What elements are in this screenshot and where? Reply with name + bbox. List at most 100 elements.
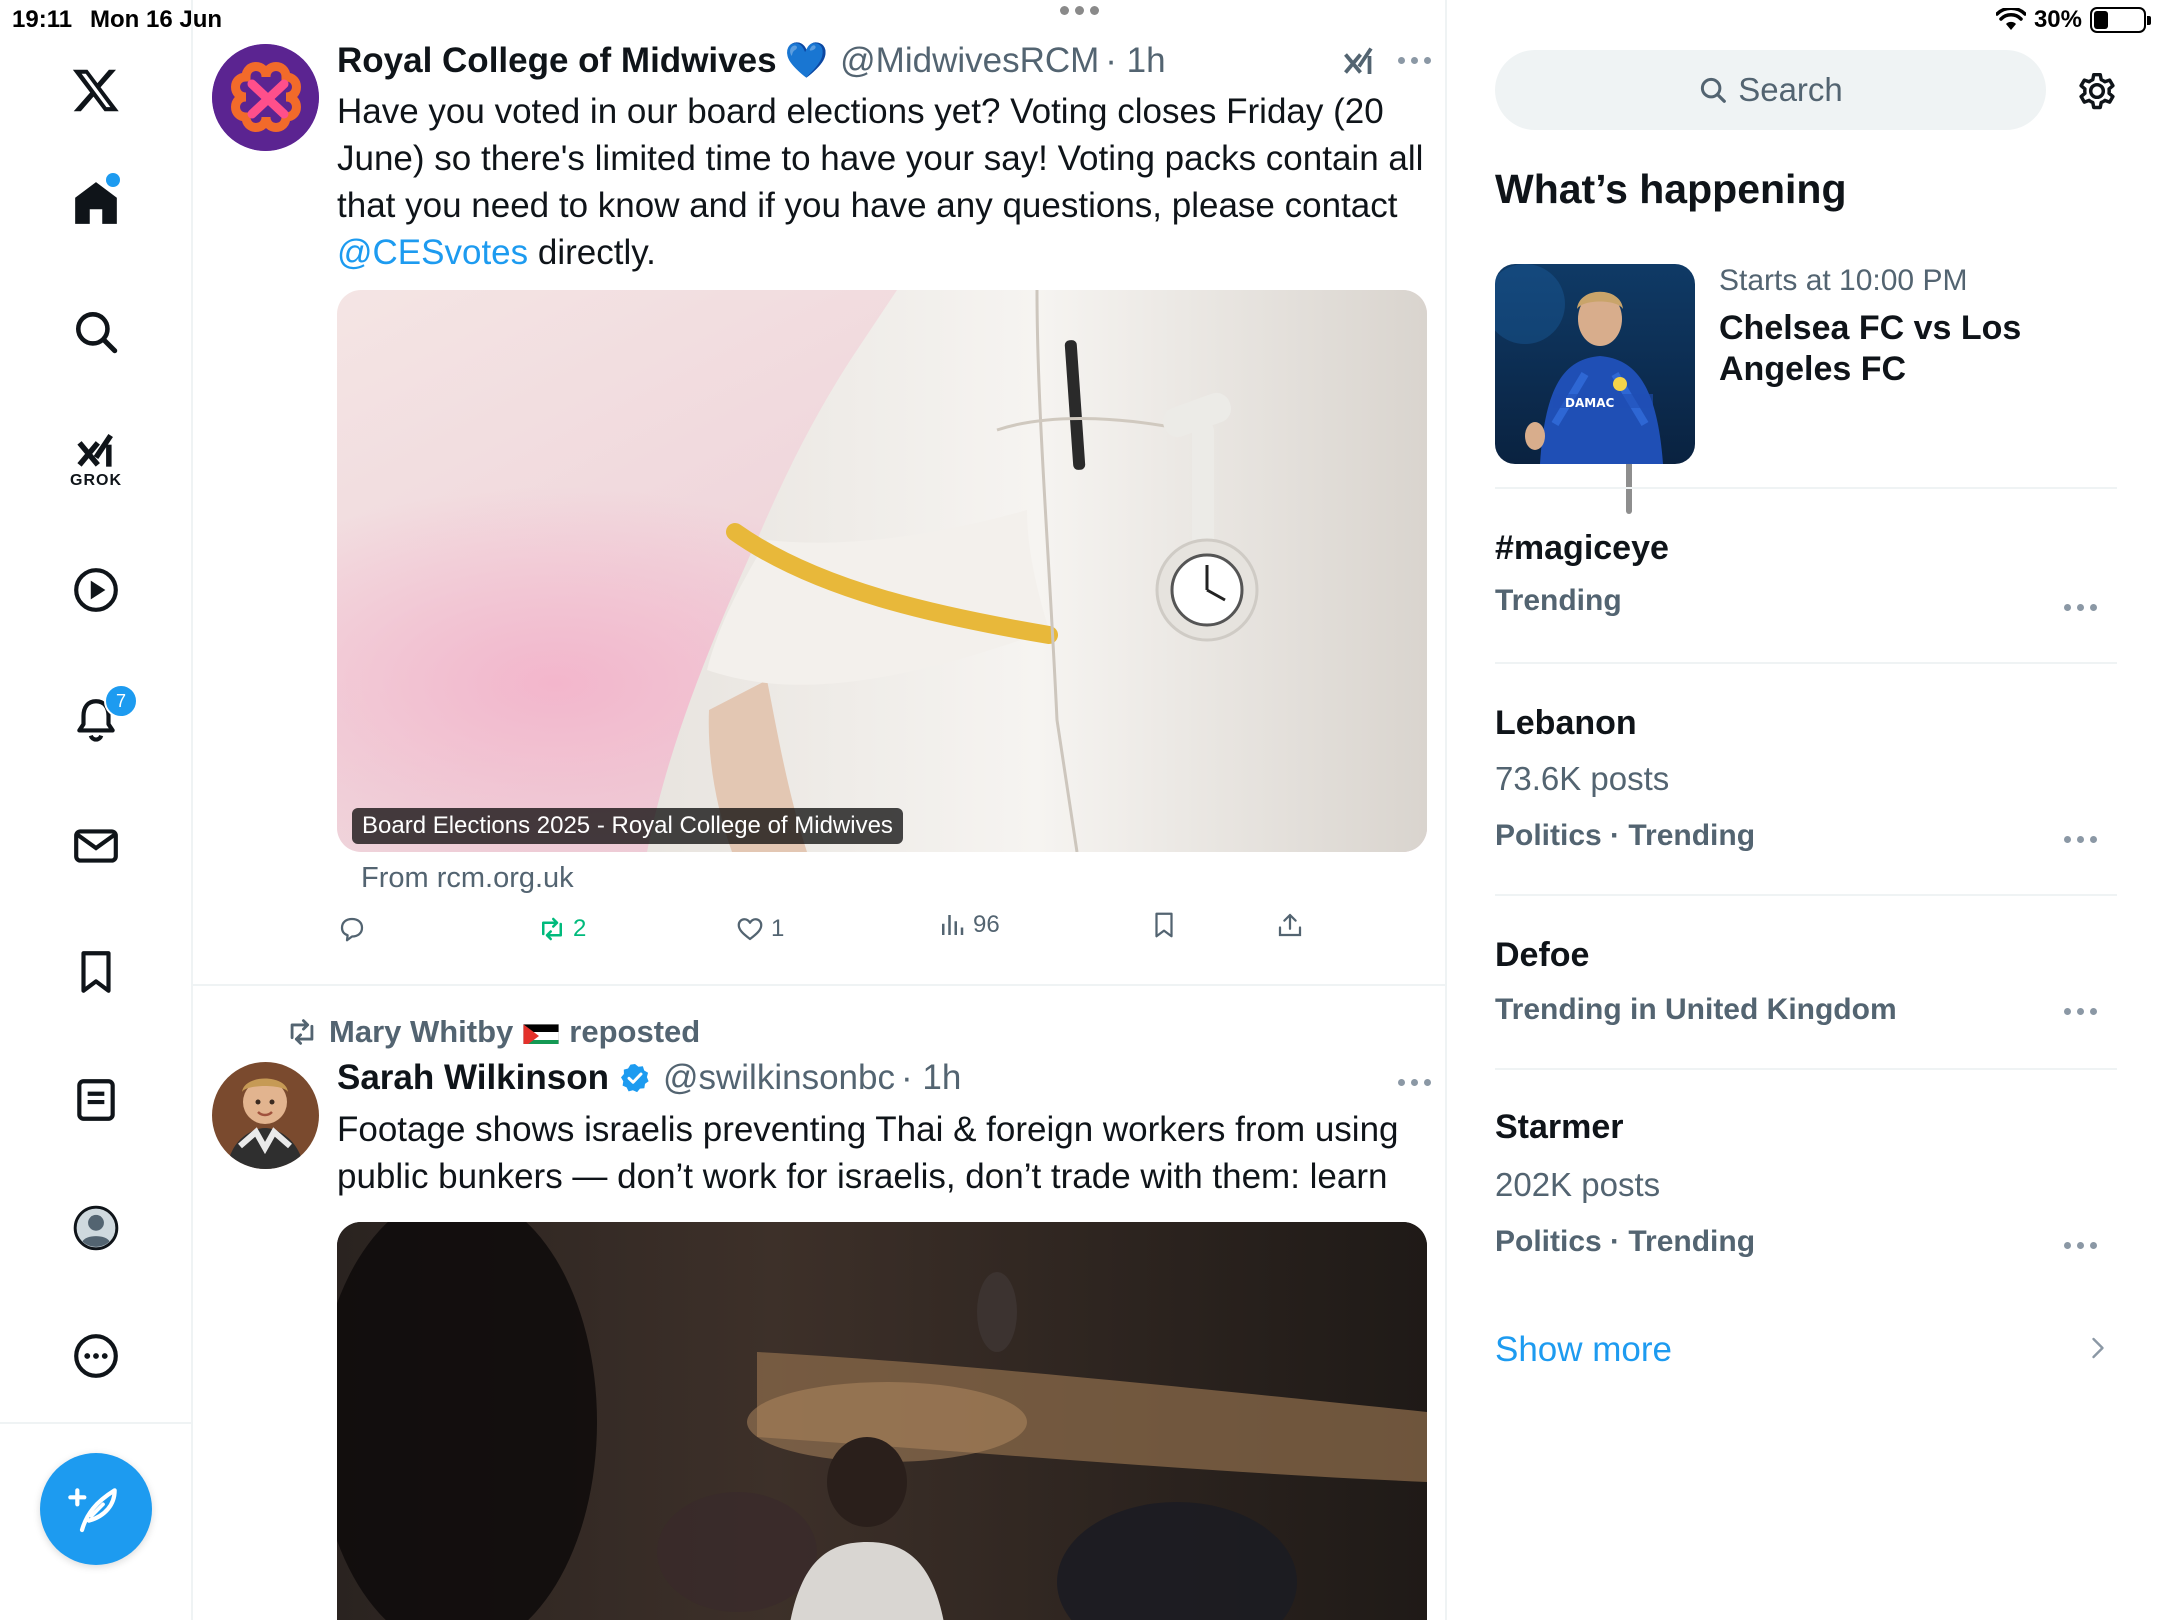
timestamp[interactable]: · 1h [901,1058,961,1098]
grok-analyze-icon[interactable] [1341,42,1377,82]
chevron-right-icon[interactable] [2087,1330,2109,1366]
reply-button[interactable] [337,914,373,944]
event-time: Starts at 10:00 PM [1719,264,1968,297]
tweet-actions: 2 1 96 [337,910,1337,960]
event-image: DAMAC [1495,264,1695,464]
trend-name: #magiceye [1495,529,1669,567]
trend-name: Defoe [1495,936,1590,974]
trend-more-icon[interactable] [2064,604,2097,611]
notifications-badge: 7 [104,684,138,718]
trend-name: Lebanon [1495,704,1637,742]
nav-divider [0,1422,193,1424]
bookmark-icon [1155,912,1173,938]
more-icon [74,1334,118,1378]
avatar[interactable] [212,44,319,151]
trend-category: Trending [1495,584,1622,617]
handle[interactable]: @MidwivesRCM [840,41,1099,81]
nav-notifications[interactable]: 7 [56,680,138,760]
share-button[interactable] [1275,910,1305,940]
trend-more-icon[interactable] [2064,836,2097,843]
grok-icon [77,433,113,467]
link-card-caption: Board Elections 2025 - Royal College of … [352,808,903,844]
more-options-icon[interactable] [1398,1079,1431,1086]
link-card-image[interactable]: Board Elections 2025 - Royal College of … [337,290,1427,852]
show-more-link[interactable]: Show more [1495,1330,1672,1370]
tweet-text-end: directly. [537,233,656,272]
right-sidebar: Search What’s happening DAMAC Starts at … [1449,0,2160,1620]
whats-happening-title: What’s happening [1495,166,1847,212]
link-card-source[interactable]: From rcm.org.uk [361,862,574,895]
search-input[interactable]: Search [1495,50,2046,130]
nav-home[interactable] [56,163,136,243]
search-icon [1701,77,1727,103]
nav-more[interactable] [56,1316,136,1396]
like-button[interactable]: 1 [735,914,784,944]
trend-name: Starmer [1495,1108,1624,1146]
palestine-flag-icon [523,1020,560,1044]
trend-more-icon[interactable] [2064,1242,2097,1249]
x-logo-icon[interactable] [56,50,136,130]
trend-item[interactable]: #magiceye Trending [1495,489,2117,664]
bookmarks-icon [81,951,111,993]
trend-post-count: 202K posts [1495,1166,1661,1203]
reply-icon [340,917,364,942]
repost-by-name[interactable]: Mary Whitby [329,1014,513,1050]
trend-category: Politics · Trending [1495,1225,1756,1258]
more-options-icon[interactable] [1398,57,1431,64]
share-icon [1278,913,1302,937]
compose-feather-icon [68,1488,117,1533]
profile-icon [73,1205,119,1251]
repost-label: reposted [569,1014,701,1049]
heart-icon [737,918,763,941]
shirt-sponsor-text: DAMAC [1565,396,1614,410]
avatar[interactable] [212,1062,319,1169]
tweet-text: Footage shows israelis preventing Thai &… [337,1110,1399,1196]
video-media[interactable] [337,1222,1427,1620]
trend-category: Trending in United Kingdom [1495,993,1897,1026]
nav-grok[interactable]: GROK [56,420,136,500]
timestamp[interactable]: · 1h [1105,41,1165,81]
like-count: 1 [771,915,785,942]
handle[interactable]: @swilkinsonbc [663,1058,895,1098]
compose-post-button[interactable] [40,1453,152,1565]
home-unread-dot [106,173,120,187]
gear-icon[interactable] [2074,68,2120,114]
event-title: Chelsea FC vs Los Angeles FC [1719,309,2022,388]
event-trend[interactable]: DAMAC Starts at 10:00 PM Chelsea FC vs L… [1495,264,2117,489]
video-frame-image [337,1222,1427,1620]
views-button[interactable]: 96 [937,910,1000,940]
repost-icon [290,1019,314,1045]
tweet[interactable]: Royal College of Midwives 💙 @MidwivesRCM… [193,40,1445,986]
tweet-text: Have you voted in our board elections ye… [337,88,1437,276]
blue-heart-emoji: 💙 [784,41,829,80]
display-name[interactable]: Sarah Wilkinson [337,1058,609,1098]
trend-item[interactable]: Defoe Trending in United Kingdom [1495,896,2117,1070]
nav-messages[interactable] [56,806,136,886]
nav-video[interactable] [56,550,136,630]
trend-item[interactable]: Starmer 202K posts Politics · Trending [1495,1070,2117,1302]
display-name[interactable]: Royal College of Midwives [337,41,777,81]
lists-icon [77,1079,115,1121]
left-nav: GROK 7 [0,0,193,1620]
bookmark-button[interactable] [1149,910,1179,940]
nav-lists[interactable] [56,1060,136,1140]
view-count: 96 [973,911,1000,938]
nurse-uniform-image [337,290,1427,852]
trend-post-count: 73.6K posts [1495,760,1670,797]
search-placeholder: Search [1738,71,1843,108]
trend-item[interactable]: Lebanon 73.6K posts Politics · Trending [1495,664,2117,896]
mention-link[interactable]: @CESvotes [337,233,528,272]
views-chart-icon [942,915,964,935]
tweet[interactable]: Mary Whitby reposted Sarah Wilkinson @sw… [193,988,1445,1620]
nav-bookmarks[interactable] [56,932,136,1012]
messages-icon [74,829,118,863]
home-timeline: Royal College of Midwives 💙 @MidwivesRCM… [193,0,1632,1620]
repost-button[interactable]: 2 [537,914,586,944]
nav-profile[interactable] [56,1188,136,1268]
nav-search[interactable] [56,292,136,372]
search-icon [76,312,118,354]
tweet-header: Sarah Wilkinson @swilkinsonbc · 1h [337,1058,961,1098]
trend-more-icon[interactable] [2064,1008,2097,1015]
trend-category: Politics · Trending [1495,819,1756,852]
repost-count: 2 [573,915,587,942]
